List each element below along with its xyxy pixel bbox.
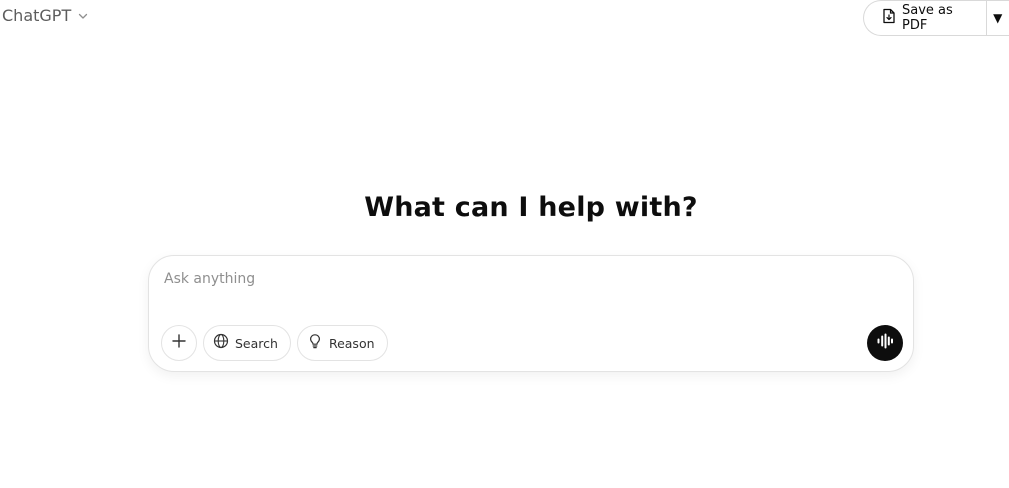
- lightbulb-icon: [307, 333, 323, 353]
- save-pdf-group: Save as PDF ▼: [863, 0, 1009, 36]
- page-heading: What can I help with?: [364, 192, 698, 223]
- chevron-down-icon: [77, 10, 89, 22]
- model-selector[interactable]: ChatGPT: [2, 6, 89, 25]
- save-as-pdf-button[interactable]: Save as PDF: [864, 1, 987, 35]
- search-button[interactable]: Search: [203, 325, 291, 361]
- voice-mode-icon: [876, 333, 894, 353]
- reason-label: Reason: [328, 335, 375, 351]
- voice-mode-button[interactable]: [867, 325, 903, 361]
- attach-button[interactable]: [161, 325, 197, 361]
- plus-icon: [171, 333, 187, 353]
- save-as-pdf-label: Save as PDF: [902, 3, 953, 33]
- message-composer: Search Reason: [148, 255, 914, 372]
- app-root: ChatGPT Save as PDF ▼ What can I help wi…: [0, 0, 1009, 488]
- reason-button[interactable]: Reason: [296, 325, 388, 361]
- search-label: Search: [235, 335, 278, 351]
- composer-tools: Search Reason: [161, 325, 388, 361]
- save-pdf-dropdown-caret[interactable]: ▼: [987, 1, 1009, 35]
- file-download-icon: [882, 8, 896, 28]
- model-name: ChatGPT: [2, 6, 72, 25]
- message-input[interactable]: [164, 271, 764, 287]
- globe-icon: [213, 333, 229, 353]
